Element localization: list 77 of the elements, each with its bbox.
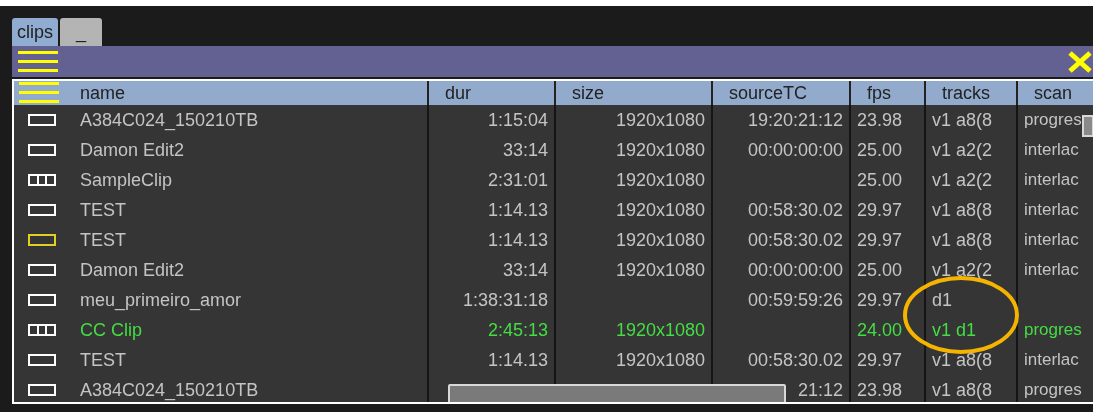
table-cell-text: 1920x1080 — [615, 108, 705, 132]
column-header[interactable]: tracks — [942, 81, 990, 107]
table-cell-text: 24.00 — [857, 318, 903, 342]
table-cell-text: TEST — [80, 348, 126, 372]
table-cell-text: v1 a8(8 — [932, 378, 993, 402]
table-cell-text: 00:58:30.02 — [747, 228, 843, 252]
table-cell-text: 23.98 — [857, 108, 903, 132]
scrollbar-thumb[interactable] — [448, 384, 786, 402]
table-cell-text: d1 — [932, 288, 953, 312]
column-header[interactable]: scan — [1034, 81, 1073, 107]
table-cell-text: A384C024_150210TB — [80, 108, 259, 133]
table-cell-text: 2:45:13 — [487, 318, 548, 342]
table-cell-text: 1:15:04 — [487, 108, 548, 132]
table-cell-text: progres — [1024, 109, 1082, 132]
table-cell-text: 1:14.13 — [487, 228, 548, 252]
table-cell-text: interlac — [1024, 169, 1079, 192]
table-cell-text: v1 a8(8 — [932, 348, 993, 372]
table-cell-text: 00:58:30.02 — [747, 348, 843, 372]
menu-icon[interactable] — [18, 50, 58, 73]
table-cell-text: 19:20:21:12 — [747, 108, 843, 132]
table-cell-text: progres — [1024, 319, 1082, 342]
table-cell-text: 1920x1080 — [615, 198, 705, 222]
table-cell-text: 23.98 — [857, 378, 903, 402]
table-cell-text: v1 a2(2 — [932, 168, 993, 192]
table-cell-text: 00:00:00:00 — [747, 138, 843, 162]
table-cell-text: interlac — [1024, 349, 1079, 372]
table-cell-text: 21:12 — [797, 378, 843, 402]
table-cell-text: 1:14.13 — [487, 348, 548, 372]
table-cell-text: 29.97 — [857, 198, 903, 222]
table-cell-text: 1920x1080 — [615, 258, 705, 282]
table-cell-text: progres — [1024, 379, 1082, 402]
table-cell-text: 29.97 — [857, 288, 903, 312]
table-cell-text: v1 a8(8 — [932, 228, 993, 252]
table-cell-text: 25.00 — [857, 258, 903, 282]
table-cell-text: v1 d1 — [932, 318, 977, 342]
close-icon[interactable] — [1067, 50, 1093, 73]
table-cell-text: interlac — [1024, 229, 1079, 252]
column-header[interactable]: sourceTC — [729, 81, 808, 107]
table-cell-text: 1920x1080 — [615, 138, 705, 162]
column-header[interactable]: size — [572, 81, 604, 107]
table-cell-text: 00:59:59:26 — [747, 288, 843, 312]
table-cell-text: TEST — [80, 198, 126, 222]
table-cell-text: 00:00:00:00 — [747, 258, 843, 282]
table-cell-text: SampleClip — [80, 168, 173, 192]
table-cell-text: 33:14 — [502, 258, 548, 282]
table-cell-text: v1 a2(2 — [932, 258, 993, 282]
table-cell-text: meu_primeiro_amor — [80, 288, 242, 313]
table-cell-text: CC Clip — [80, 318, 142, 342]
column-header[interactable]: fps — [867, 81, 891, 107]
table-cell-text: v1 a2(2 — [932, 138, 993, 162]
table-cell-text: 1920x1080 — [615, 228, 705, 252]
table-cell-text: 1920x1080 — [615, 168, 705, 192]
table-cell-text: 33:14 — [502, 138, 548, 162]
table-cell-text: 25.00 — [857, 168, 903, 192]
column-header[interactable]: name — [80, 81, 126, 107]
table-cell-text: 00:58:30.02 — [747, 198, 843, 222]
table-cell-text: v1 a8(8 — [932, 198, 993, 222]
table-cell-text: 29.97 — [857, 348, 903, 372]
table-cell-text: 29.97 — [857, 228, 903, 252]
table-cell-text: 1:38:31:18 — [462, 288, 548, 312]
table-cell-text: 1920x1080 — [615, 348, 705, 372]
table-cell-text: Damon Edit2 — [80, 138, 185, 162]
table-cell-text: 25.00 — [857, 138, 903, 162]
table-cell-text: interlac — [1024, 199, 1079, 222]
tab[interactable]: _ — [60, 18, 102, 46]
scrollbar-thumb[interactable] — [1082, 115, 1093, 137]
table-cell-text: interlac — [1024, 139, 1079, 162]
table-cell-text: v1 a8(8 — [932, 108, 993, 132]
table-cell-text: 1:14.13 — [487, 198, 548, 222]
table-cell-text: TEST — [80, 228, 126, 252]
tab[interactable]: clips — [12, 18, 58, 46]
table-cell-text: interlac — [1024, 259, 1079, 282]
table-cell-text: Damon Edit2 — [80, 258, 185, 282]
table-cell-text: 2:31:01 — [487, 168, 548, 192]
table-cell-text: 1920x1080 — [615, 318, 705, 342]
column-header[interactable]: dur — [445, 81, 471, 107]
table-cell-text: A384C024_150210TB — [80, 378, 259, 402]
